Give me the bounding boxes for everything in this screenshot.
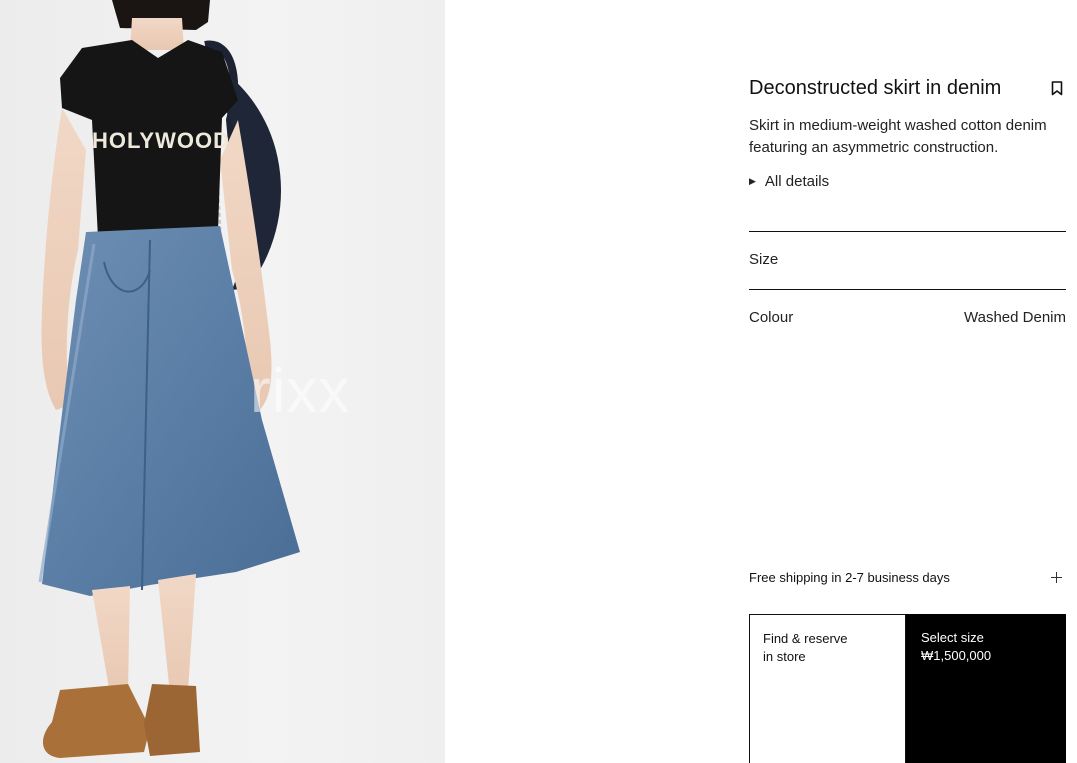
- divider: [749, 231, 1066, 232]
- shirt-print-text: HOLYWOOD: [92, 128, 230, 153]
- triangle-right-icon: ▶: [749, 176, 756, 186]
- find-reserve-in-store-button[interactable]: Find & reserve in store: [749, 614, 906, 763]
- description-line-2: featuring an asymmetric construction.: [749, 139, 999, 156]
- select-size-button[interactable]: Select size ₩1,500,000: [906, 614, 1066, 763]
- product-description: Skirt in medium-weight washed cotton den…: [749, 115, 1069, 159]
- plus-icon: [1051, 571, 1062, 583]
- colour-value: Washed Denim: [964, 309, 1066, 326]
- reserve-label-line-2: in store: [763, 649, 806, 664]
- title-row: Deconstructed skirt in denim: [749, 76, 1066, 102]
- select-size-label: Select size: [921, 630, 984, 645]
- description-line-1: Skirt in medium-weight washed cotton den…: [749, 117, 1047, 134]
- shipping-info-toggle[interactable]: Free shipping in 2-7 business days: [749, 568, 1066, 586]
- bookmark-icon[interactable]: [1051, 81, 1063, 96]
- all-details-label: All details: [764, 173, 830, 190]
- product-page: HOLYWOOD rixx Deconstructed skirt in den…: [0, 0, 1077, 763]
- shipping-label: Free shipping in 2-7 business days: [749, 569, 950, 585]
- reserve-label-line-1: Find & reserve: [763, 631, 848, 646]
- all-details-toggle[interactable]: ▶ All details: [749, 173, 829, 190]
- divider: [749, 289, 1066, 290]
- size-selector[interactable]: Size: [749, 251, 778, 268]
- price-label: ₩1,500,000: [921, 648, 992, 663]
- watermark-text: rixx: [250, 357, 351, 426]
- product-title: Deconstructed skirt in denim: [749, 77, 1002, 99]
- colour-label: Colour: [749, 309, 794, 326]
- product-image[interactable]: HOLYWOOD rixx: [0, 0, 445, 763]
- model-illustration: HOLYWOOD: [38, 0, 300, 758]
- action-buttons: Find & reserve in store Select size ₩1,5…: [749, 614, 1066, 763]
- product-info-panel: Deconstructed skirt in denim Skirt in me…: [749, 0, 1066, 763]
